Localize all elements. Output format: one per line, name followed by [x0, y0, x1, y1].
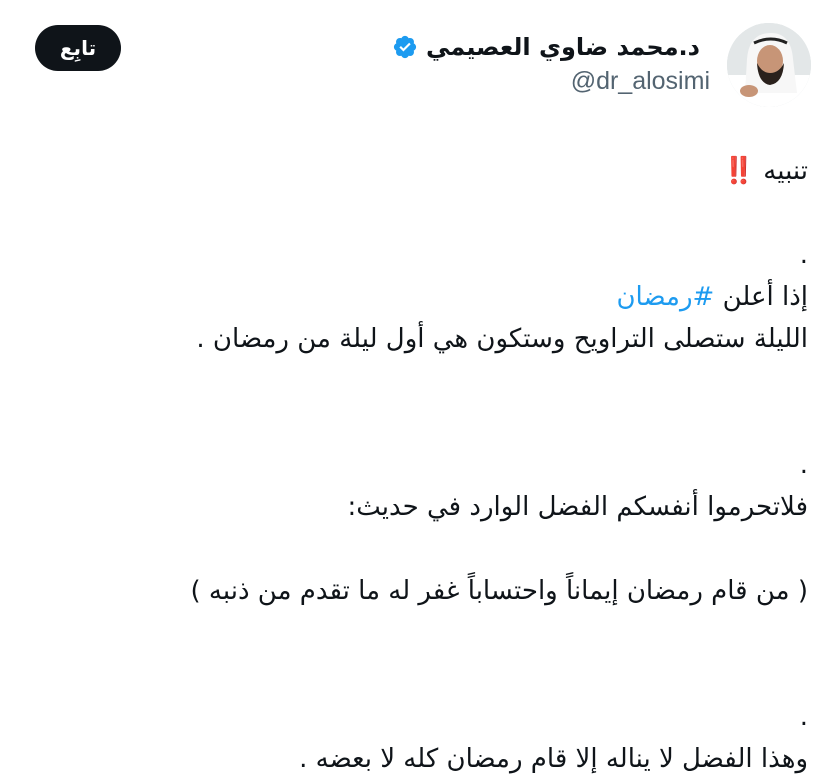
alert-word: تنبيه: [763, 156, 808, 186]
tweet-line-2: فلاتحرموا أنفسكم الفضل الوارد في حديث:: [347, 492, 809, 522]
user-avatar-photo-icon: [727, 23, 811, 107]
alert-line: تنبيه ‼️: [18, 150, 808, 192]
dot-separator: .: [799, 702, 808, 732]
tweet-text: تنبيه ‼️ . إذا أعلن #رمضان الليلة ستصلى …: [18, 150, 808, 780]
tweet-line-3: ( من قام رمضان إيماناً واحتساباً غفر له …: [190, 576, 808, 606]
hashtag-link[interactable]: #رمضان: [616, 282, 714, 312]
dot-separator: .: [799, 240, 808, 270]
tweet-line-4: وهذا الفضل لا يناله إلا قام رمضان كله لا…: [299, 744, 808, 774]
dot-separator: .: [799, 450, 808, 480]
hashtag-prefix: إذا أعلن: [722, 282, 808, 312]
verified-badge-icon: [392, 34, 418, 60]
hashtag-line: إذا أعلن #رمضان: [18, 276, 808, 318]
avatar[interactable]: [727, 23, 811, 107]
author-name[interactable]: د.محمد ضاوي العصيمي: [426, 33, 700, 61]
follow-button[interactable]: تابِع: [35, 25, 121, 71]
tweet-line-1: الليلة ستصلى التراويح وستكون هي أول ليلة…: [196, 324, 808, 354]
author-name-row: د.محمد ضاوي العصيمي: [392, 30, 700, 64]
author-handle[interactable]: @dr_alosimi: [571, 67, 710, 96]
double-exclamation-icon: ‼️: [722, 156, 756, 186]
